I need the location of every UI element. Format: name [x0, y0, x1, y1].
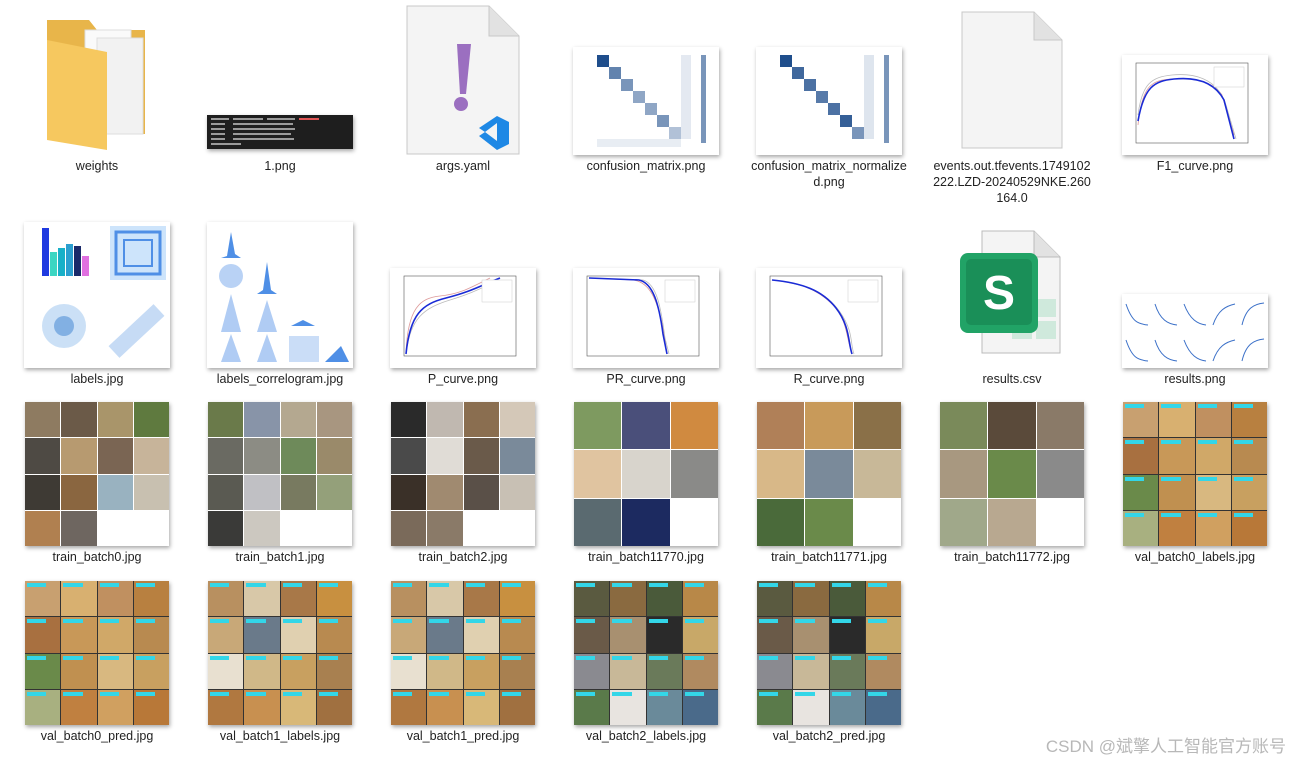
- confusion-matrix-normalized-thumbnail: [744, 5, 914, 155]
- file-tile-val-batch2-pred[interactable]: val_batch2_pred.jpg: [744, 575, 914, 744]
- file-name: P_curve.png: [427, 372, 499, 386]
- file-tile-train-batch11771[interactable]: train_batch11771.jpg: [744, 396, 914, 565]
- file-name: val_batch0_labels.jpg: [1134, 550, 1256, 564]
- file-name: train_batch0.jpg: [52, 550, 142, 564]
- file-tile-labels-correlogram[interactable]: labels_correlogram.jpg: [195, 218, 365, 387]
- labels-thumbnail: [12, 218, 182, 368]
- results-thumbnail: [1110, 218, 1280, 368]
- file-tile-confusion-matrix-normalized[interactable]: confusion_matrix_normalized.png: [744, 5, 914, 190]
- file-tile-train-batch1[interactable]: train_batch1.jpg: [195, 396, 365, 565]
- train-batch-mosaic: [391, 402, 535, 546]
- file-tile-val-batch2-labels[interactable]: val_batch2_labels.jpg: [561, 575, 731, 744]
- file-tile-pr-curve[interactable]: PR_curve.png: [561, 218, 731, 387]
- train-batch-mosaic: [574, 402, 718, 546]
- train-batch-mosaic: [25, 402, 169, 546]
- file-tile-1png[interactable]: 1.png: [195, 5, 365, 174]
- train-batch-mosaic: [940, 402, 1084, 546]
- file-tile-results-png[interactable]: results.png: [1110, 218, 1280, 387]
- file-tile-confusion-matrix[interactable]: confusion_matrix.png: [561, 5, 731, 174]
- file-name: confusion_matrix.png: [586, 159, 706, 173]
- file-tile-train-batch11770[interactable]: train_batch11770.jpg: [561, 396, 731, 565]
- file-tile-results-csv[interactable]: S results.csv: [927, 218, 1097, 387]
- file-tile-val-batch1-pred[interactable]: val_batch1_pred.jpg: [378, 575, 548, 744]
- f1-curve-thumbnail: [1110, 5, 1280, 155]
- file-name: R_curve.png: [793, 372, 865, 386]
- val-batch-mosaic: [208, 581, 352, 725]
- file-name: F1_curve.png: [1156, 159, 1234, 173]
- file-name: train_batch1.jpg: [235, 550, 325, 564]
- file-tile-r-curve[interactable]: R_curve.png: [744, 218, 914, 387]
- file-name: 1.png: [264, 159, 296, 173]
- file-name: val_batch2_labels.jpg: [585, 729, 707, 743]
- r-curve-thumbnail: [744, 218, 914, 368]
- folder-icon: [12, 5, 182, 155]
- file-name: train_batch11770.jpg: [588, 550, 704, 564]
- file-tile-train-batch2[interactable]: train_batch2.jpg: [378, 396, 548, 565]
- csv-letter: S: [983, 267, 1015, 320]
- file-name: val_batch1_labels.jpg: [219, 729, 341, 743]
- train-batch-mosaic: [757, 402, 901, 546]
- watermark: CSDN @斌擎人工智能官方账号: [1045, 737, 1286, 756]
- pr-curve-thumbnail: [561, 218, 731, 368]
- file-name: PR_curve.png: [606, 372, 686, 386]
- file-name: labels_correlogram.jpg: [216, 372, 344, 386]
- labels-correlogram-thumbnail: [195, 218, 365, 368]
- yaml-file-icon: [378, 5, 548, 155]
- file-name: train_batch2.jpg: [418, 550, 508, 564]
- file-name: val_batch0_pred.jpg: [40, 729, 154, 743]
- file-tile-train-batch0[interactable]: train_batch0.jpg: [12, 396, 182, 565]
- val-batch-mosaic: [25, 581, 169, 725]
- file-tile-val-batch1-labels[interactable]: val_batch1_labels.jpg: [195, 575, 365, 744]
- file-tile-val-batch0-pred[interactable]: val_batch0_pred.jpg: [12, 575, 182, 744]
- val-batch-mosaic: [1123, 402, 1267, 546]
- file-name: events.out.tfevents.1749102222.LZD-20240…: [933, 159, 1091, 205]
- file-tile-f1-curve[interactable]: F1_curve.png: [1110, 5, 1280, 174]
- file-tile-events-tfevents[interactable]: events.out.tfevents.1749102222.LZD-20240…: [927, 5, 1097, 206]
- file-tile-train-batch11772[interactable]: train_batch11772.jpg: [927, 396, 1097, 565]
- file-name: val_batch1_pred.jpg: [406, 729, 520, 743]
- p-curve-thumbnail: [378, 218, 548, 368]
- file-name: confusion_matrix_normalized.png: [751, 159, 907, 189]
- val-batch-mosaic: [757, 581, 901, 725]
- val-batch-mosaic: [391, 581, 535, 725]
- val-batch-mosaic: [574, 581, 718, 725]
- file-name: results.png: [1164, 372, 1226, 386]
- file-tile-args-yaml[interactable]: args.yaml: [378, 5, 548, 174]
- train-batch-mosaic: [208, 402, 352, 546]
- file-tile-val-batch0-labels[interactable]: val_batch0_labels.jpg: [1110, 396, 1280, 565]
- file-name: val_batch2_pred.jpg: [772, 729, 886, 743]
- file-name: labels.jpg: [70, 372, 124, 386]
- file-tile-labels[interactable]: labels.jpg: [12, 218, 182, 387]
- spreadsheet-file-icon: S: [927, 218, 1097, 368]
- file-name: train_batch11771.jpg: [771, 550, 887, 564]
- file-name: weights: [75, 159, 119, 173]
- file-name: train_batch11772.jpg: [954, 550, 1070, 564]
- file-name: args.yaml: [435, 159, 491, 173]
- confusion-matrix-thumbnail: [561, 5, 731, 155]
- file-tile-p-curve[interactable]: P_curve.png: [378, 218, 548, 387]
- file-name: results.csv: [982, 372, 1042, 386]
- file-tile-weights[interactable]: weights: [12, 5, 182, 174]
- terminal-screenshot-thumbnail: [195, 5, 365, 155]
- blank-file-icon: [927, 5, 1097, 155]
